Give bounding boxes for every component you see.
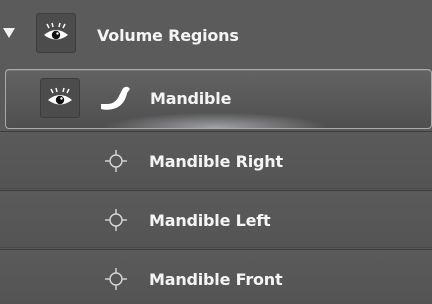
group-label: Volume Regions <box>97 26 239 45</box>
eye-icon <box>48 87 72 105</box>
caret-down-icon[interactable] <box>3 28 15 38</box>
tree-item-mandible[interactable]: Mandible <box>5 69 432 129</box>
tree-item-mandible-front[interactable]: Mandible Front <box>0 249 432 304</box>
eye-icon <box>44 22 68 40</box>
group-visibility-toggle[interactable] <box>36 13 76 53</box>
volume-regions-tree-panel: Volume Regions Mandible Mandible Right M… <box>0 0 432 304</box>
crosshair-point-icon <box>105 150 127 172</box>
tree-item-label: Mandible Left <box>149 211 271 230</box>
item-visibility-toggle[interactable] <box>40 78 80 118</box>
tree-item-mandible-right[interactable]: Mandible Right <box>0 131 432 189</box>
crosshair-point-icon <box>105 209 127 231</box>
tree-item-label: Mandible Right <box>149 152 283 171</box>
tree-item-label: Mandible Front <box>149 270 283 289</box>
crosshair-point-icon <box>105 268 127 290</box>
tree-item-mandible-left[interactable]: Mandible Left <box>0 190 432 248</box>
mandible-shape-icon <box>101 86 130 110</box>
volume-regions-group-header[interactable]: Volume Regions <box>0 0 432 67</box>
tree-item-label: Mandible <box>150 89 232 108</box>
